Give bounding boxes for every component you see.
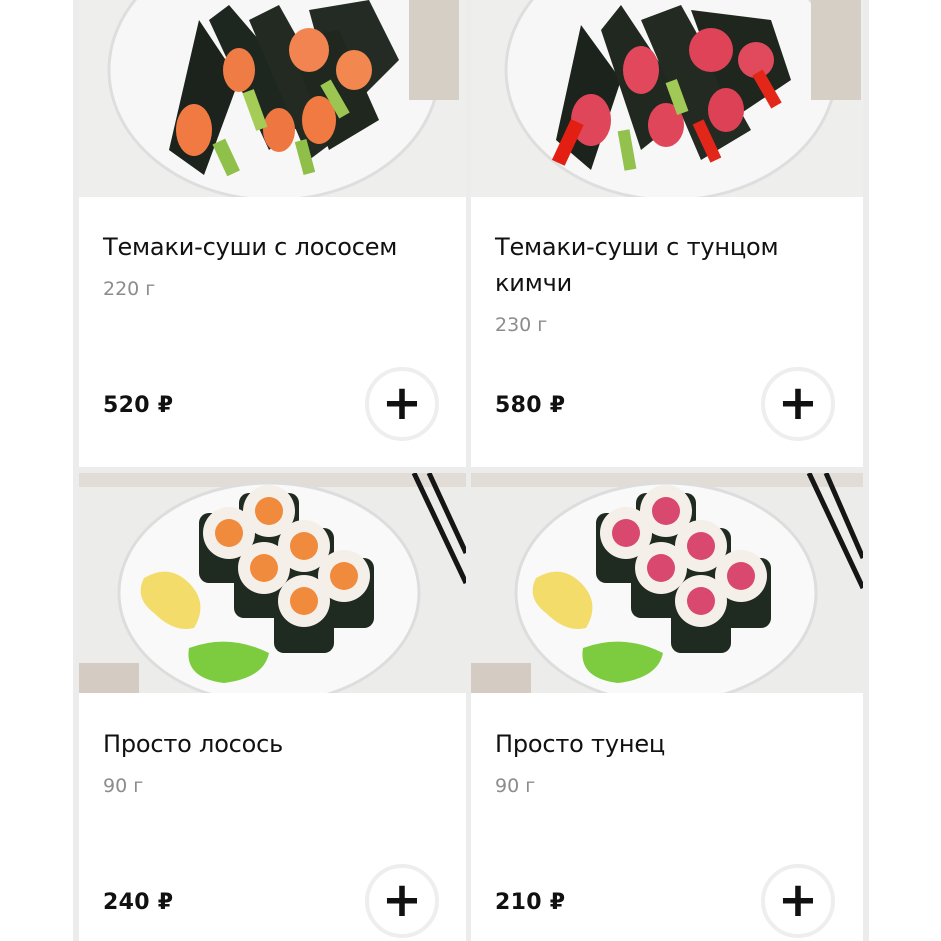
product-card[interactable]: Темаки-суши с тунцом кимчи 230 г 580 ₽ + bbox=[471, 0, 863, 467]
product-card[interactable]: Просто лосось 90 г 240 ₽ + bbox=[79, 473, 466, 941]
product-photo-temaki-salmon bbox=[79, 0, 466, 197]
product-weight: 90 г bbox=[103, 775, 144, 797]
product-name: Темаки-суши с лососем bbox=[103, 233, 398, 261]
product-price: 520 ₽ bbox=[103, 393, 174, 418]
product-photo-simple-salmon bbox=[79, 473, 466, 693]
product-card[interactable]: Просто тунец 90 г 210 ₽ + bbox=[471, 473, 863, 941]
add-to-cart-button[interactable]: + bbox=[365, 864, 439, 938]
product-weight: 90 г bbox=[495, 775, 536, 797]
product-price: 210 ₽ bbox=[495, 890, 566, 915]
add-to-cart-button[interactable]: + bbox=[365, 367, 439, 441]
plus-icon: + bbox=[381, 375, 423, 432]
plus-icon: + bbox=[777, 872, 819, 929]
add-to-cart-button[interactable]: + bbox=[761, 367, 835, 441]
product-price: 580 ₽ bbox=[495, 393, 566, 418]
product-photo-temaki-tuna-kimchi bbox=[471, 0, 863, 197]
add-to-cart-button[interactable]: + bbox=[761, 864, 835, 938]
product-weight: 230 г bbox=[495, 314, 548, 336]
product-grid: Темаки-суши с лососем 220 г 520 ₽ + Тема… bbox=[73, 0, 869, 941]
product-name: Просто тунец bbox=[495, 730, 666, 758]
product-card[interactable]: Темаки-суши с лососем 220 г 520 ₽ + bbox=[79, 0, 466, 467]
product-name: Просто лосось bbox=[103, 730, 284, 758]
product-weight: 220 г bbox=[103, 278, 156, 300]
plus-icon: + bbox=[381, 872, 423, 929]
product-name: Темаки-суши с тунцом кимчи bbox=[495, 233, 779, 297]
product-price: 240 ₽ bbox=[103, 890, 174, 915]
product-photo-simple-tuna bbox=[471, 473, 863, 693]
plus-icon: + bbox=[777, 375, 819, 432]
